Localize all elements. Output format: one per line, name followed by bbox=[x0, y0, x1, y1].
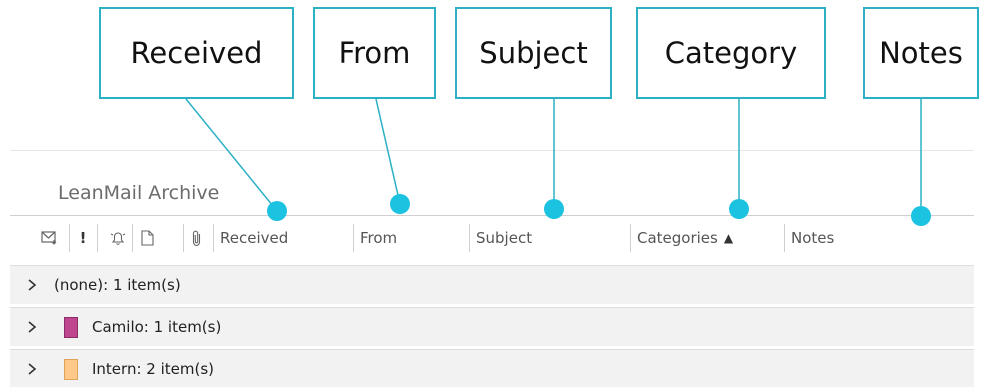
category-color-swatch bbox=[64, 358, 78, 380]
header-separator bbox=[784, 224, 785, 252]
callout-subject-label: Subject bbox=[479, 36, 588, 70]
header-separator bbox=[630, 224, 631, 252]
group-label: (none): 1 item(s) bbox=[54, 276, 181, 294]
message-list-pane: LeanMail Archive ! Received From Subject… bbox=[10, 150, 974, 387]
group-label: Intern: 2 item(s) bbox=[92, 360, 214, 378]
column-header-from[interactable]: From bbox=[360, 216, 397, 260]
group-label: Camilo: 1 item(s) bbox=[92, 318, 222, 336]
pane-top-border bbox=[10, 150, 974, 151]
header-separator bbox=[353, 224, 354, 252]
chevron-right-icon[interactable] bbox=[26, 279, 38, 291]
callout-subject: Subject bbox=[455, 7, 612, 99]
chevron-right-icon[interactable] bbox=[26, 363, 38, 375]
header-separator bbox=[183, 224, 184, 252]
callout-received-label: Received bbox=[130, 36, 263, 70]
folder-title: LeanMail Archive bbox=[58, 182, 220, 204]
category-color-swatch bbox=[64, 316, 78, 338]
header-separator bbox=[97, 224, 98, 252]
column-header-subject[interactable]: Subject bbox=[476, 216, 532, 260]
header-separator bbox=[469, 224, 470, 252]
column-header-categories[interactable]: Categories ▲ bbox=[637, 216, 733, 260]
sort-ascending-icon: ▲ bbox=[723, 231, 734, 245]
column-header-row: ! Received From Subject Categories ▲ Not… bbox=[10, 215, 974, 260]
importance-icon[interactable]: ! bbox=[76, 224, 90, 252]
header-separator bbox=[132, 224, 133, 252]
document-icon[interactable] bbox=[138, 224, 156, 252]
callout-from-label: From bbox=[338, 36, 411, 70]
chevron-right-icon[interactable] bbox=[26, 321, 38, 333]
group-row-none[interactable]: (none): 1 item(s) bbox=[10, 265, 974, 304]
group-row-intern[interactable]: Intern: 2 item(s) bbox=[10, 349, 974, 387]
callout-received: Received bbox=[99, 7, 294, 99]
callout-from: From bbox=[313, 7, 436, 99]
column-header-received[interactable]: Received bbox=[220, 216, 288, 260]
group-row-camilo[interactable]: Camilo: 1 item(s) bbox=[10, 307, 974, 346]
callout-notes-label: Notes bbox=[879, 36, 963, 70]
header-separator bbox=[69, 224, 70, 252]
column-header-notes[interactable]: Notes bbox=[791, 216, 834, 260]
callout-category-label: Category bbox=[664, 36, 798, 70]
reminder-bell-icon[interactable] bbox=[108, 224, 128, 252]
callout-notes: Notes bbox=[863, 7, 979, 99]
header-separator bbox=[213, 224, 214, 252]
attachment-icon[interactable] bbox=[188, 224, 206, 252]
callout-category: Category bbox=[636, 7, 826, 99]
column-header-categories-label: Categories bbox=[637, 229, 718, 247]
envelope-icon[interactable] bbox=[40, 224, 60, 252]
